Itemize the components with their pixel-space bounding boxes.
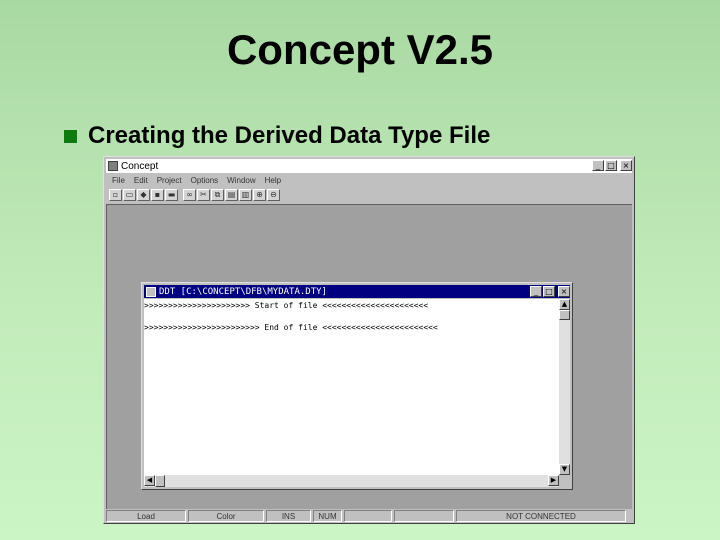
vertical-scrollbar[interactable]: ▲ ▼ bbox=[559, 299, 570, 475]
menu-window[interactable]: Window bbox=[227, 176, 255, 185]
zoom-out-icon[interactable]: ⊖ bbox=[267, 189, 280, 201]
slide-title: Concept V2.5 bbox=[226, 26, 494, 73]
status-load: Load bbox=[106, 510, 186, 522]
status-ins: INS bbox=[266, 510, 311, 522]
app-icon[interactable] bbox=[108, 161, 118, 171]
menu-help[interactable]: Help bbox=[265, 176, 281, 185]
scroll-left-arrow-icon[interactable]: ◀ bbox=[144, 475, 155, 486]
end-of-file-line: >>>>>>>>>>>>>>>>>>>>>>>> End of file <<<… bbox=[144, 323, 438, 332]
toolbar: ▫ ▭ ◆ ▪ ▬ ∞ ✂ ⧉ ▤ ▥ ⊕ ⊖ bbox=[106, 187, 632, 203]
new-file-icon[interactable]: ▫ bbox=[109, 189, 122, 201]
window-icon[interactable]: ▪ bbox=[151, 189, 164, 201]
text-editor[interactable]: >>>>>>>>>>>>>>>>>>>>>> Start of file <<<… bbox=[144, 299, 570, 487]
close-button[interactable]: × bbox=[620, 160, 632, 171]
maximize-button[interactable]: □ bbox=[605, 160, 617, 171]
statusbar: Load Color INS NUM NOT CONNECTED bbox=[106, 510, 632, 522]
minimize-button[interactable]: _ bbox=[592, 160, 604, 171]
open-file-icon[interactable]: ▭ bbox=[123, 189, 136, 201]
ddt-title: DDT [C:\CONCEPT\DFB\MYDATA.DTY] bbox=[159, 286, 327, 297]
start-of-file-line: >>>>>>>>>>>>>>>>>>>>>> Start of file <<<… bbox=[144, 301, 429, 310]
network-icon[interactable]: ◆ bbox=[137, 189, 150, 201]
menu-edit[interactable]: Edit bbox=[134, 176, 148, 185]
copy-icon[interactable]: ⧉ bbox=[211, 189, 224, 201]
menu-file[interactable]: File bbox=[112, 176, 125, 185]
horizontal-scroll-thumb[interactable] bbox=[155, 475, 165, 487]
status-empty-1 bbox=[344, 510, 392, 522]
square-bullet-icon bbox=[64, 129, 77, 143]
app-titlebar[interactable]: Concept _ □ × bbox=[106, 159, 632, 173]
paste-icon[interactable]: ▤ bbox=[225, 189, 238, 201]
binoculars-icon[interactable]: ∞ bbox=[183, 189, 196, 201]
status-num: NUM bbox=[313, 510, 342, 522]
ddt-close-button[interactable]: × bbox=[558, 286, 570, 297]
status-empty-2 bbox=[394, 510, 454, 522]
print-icon[interactable]: ▥ bbox=[239, 189, 252, 201]
bullet-item: Creating the Derived Data Type File bbox=[64, 121, 490, 151]
ddt-minimize-button[interactable]: _ bbox=[530, 286, 542, 297]
horizontal-scrollbar[interactable]: ◀ ▶ bbox=[144, 475, 559, 487]
zoom-in-icon[interactable]: ⊕ bbox=[253, 189, 266, 201]
vertical-scroll-thumb[interactable] bbox=[559, 310, 570, 320]
ddt-editor-window: DDT [C:\CONCEPT\DFB\MYDATA.DTY] _ □ × >>… bbox=[141, 282, 573, 490]
app-title: Concept bbox=[121, 160, 159, 172]
mdi-workspace: DDT [C:\CONCEPT\DFB\MYDATA.DTY] _ □ × >>… bbox=[106, 204, 632, 509]
scroll-up-arrow-icon[interactable]: ▲ bbox=[559, 299, 570, 310]
scrollbar-corner bbox=[559, 475, 570, 487]
cut-icon[interactable]: ✂ bbox=[197, 189, 210, 201]
scroll-right-arrow-icon[interactable]: ▶ bbox=[548, 475, 559, 486]
ddt-titlebar[interactable]: DDT [C:\CONCEPT\DFB\MYDATA.DTY] _ □ × bbox=[144, 285, 570, 298]
status-color: Color bbox=[188, 510, 264, 522]
concept-app-window: Concept _ □ × File Edit Project Options … bbox=[103, 156, 635, 524]
ddt-maximize-button[interactable]: □ bbox=[543, 286, 555, 297]
menu-options[interactable]: Options bbox=[191, 176, 219, 185]
scroll-down-arrow-icon[interactable]: ▼ bbox=[559, 464, 570, 475]
status-connection: NOT CONNECTED bbox=[456, 510, 626, 522]
ddt-window-icon[interactable] bbox=[146, 286, 156, 297]
folder-icon[interactable]: ▬ bbox=[165, 189, 178, 201]
menubar: File Edit Project Options Window Help bbox=[106, 174, 632, 187]
code-area[interactable]: >>>>>>>>>>>>>>>>>>>>>> Start of file <<<… bbox=[144, 299, 559, 475]
menu-project[interactable]: Project bbox=[157, 176, 182, 185]
bullet-text: Creating the Derived Data Type File bbox=[88, 122, 491, 149]
